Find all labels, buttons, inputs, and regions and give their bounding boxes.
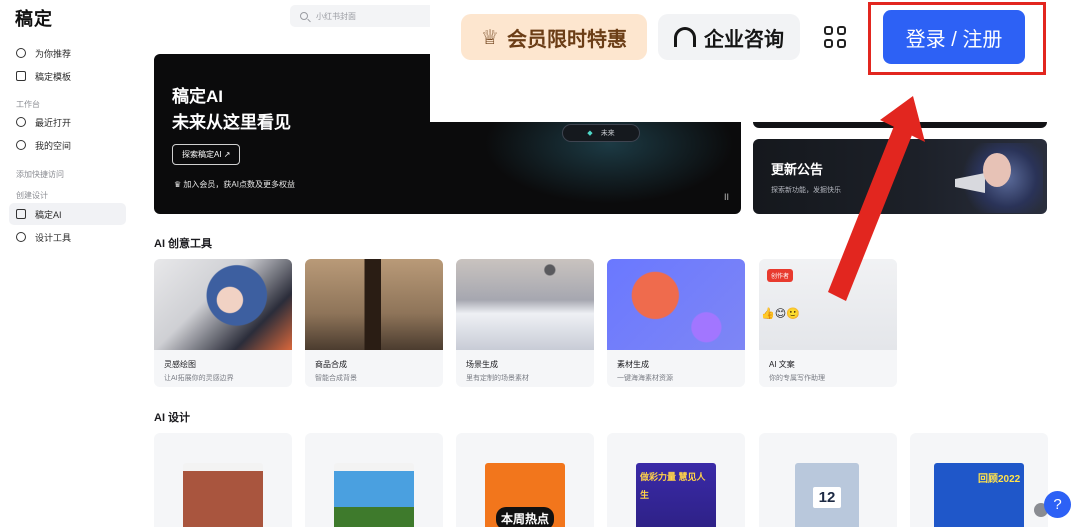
header-zoom-overlay: ♕ 会员限时特惠 企业咨询 登录 / 注册 [430, 0, 1080, 122]
sidebar-item-label: 设计工具 [35, 232, 72, 243]
design-poster [334, 463, 414, 527]
design-card[interactable]: 回顾2022 [910, 433, 1048, 527]
sidebar: 稿定 为你推荐 稿定模板 工作台 最近打开 我的空间 添加快捷访问 创建设计 稿… [0, 0, 138, 527]
design-card[interactable]: 做彩力量 慧见人生 [607, 433, 745, 527]
tool-image [456, 259, 594, 350]
headset-icon [674, 27, 696, 47]
design-card[interactable] [305, 433, 443, 527]
ai-design-title: AI 设计 [154, 412, 191, 424]
design-tool-icon [16, 232, 26, 242]
search-placeholder: 小红书封面 [316, 11, 356, 21]
sidebar-item-label: 最近打开 [35, 117, 72, 128]
sidebar-item-label: 稿定模板 [35, 71, 72, 82]
design-poster: 12 [795, 463, 859, 527]
tool-title: 场景生成 [466, 360, 498, 369]
ai-scan-icon [16, 209, 26, 219]
tool-card-inspiration[interactable]: 灵感绘图 让AI拓展你的灵感边界 [154, 259, 292, 387]
template-icon [16, 71, 26, 81]
tool-image: 创作者 👍😊🙂 [759, 259, 897, 350]
compass-icon [16, 48, 26, 58]
sidebar-item-label: 为你推荐 [35, 48, 72, 59]
crown-icon: ♛ [174, 180, 184, 189]
crown-icon: ♕ [481, 26, 499, 49]
vip-promo-text: 加入会员，获AI点数及更多权益 [183, 180, 295, 189]
emoji-icons: 👍😊🙂 [761, 308, 800, 320]
sidebar-item-design-tools[interactable]: 设计工具 [9, 226, 126, 248]
enterprise-consult-label: 企业咨询 [704, 28, 784, 51]
sidebar-item-label: 稿定AI [35, 209, 62, 220]
workspace-section-title: 工作台 [16, 100, 40, 109]
design-card[interactable]: 12 [759, 433, 897, 527]
sidebar-item-recommend[interactable]: 为你推荐 [9, 42, 126, 64]
avatar-illustration [983, 153, 1011, 187]
design-card[interactable] [154, 433, 292, 527]
news-card[interactable]: 更新公告 探索新功能，发掘快乐 [753, 139, 1047, 214]
help-button[interactable]: ? [1044, 491, 1071, 518]
tool-desc: 你的专属写作助理 [769, 375, 825, 382]
sidebar-item-templates[interactable]: 稿定模板 [9, 65, 126, 87]
design-poster: 本周热点 [485, 463, 565, 527]
tool-card-material[interactable]: 素材生成 一键海海素材资源 [607, 259, 745, 387]
create-section-title: 创建设计 [16, 191, 48, 200]
news-title: 更新公告 [771, 162, 824, 177]
future-pill: ◆ 未来 [562, 124, 640, 142]
apps-grid-icon[interactable] [824, 26, 846, 48]
poster-text: 12 [812, 487, 842, 508]
app-logo[interactable]: 稿定 [15, 5, 53, 31]
tool-title: 商品合成 [315, 360, 347, 369]
poster-text: 做彩力量 慧见人生 [640, 472, 706, 500]
tool-title: AI 文案 [769, 360, 795, 369]
news-illustration [953, 143, 1043, 213]
tool-desc: 一键海海素材资源 [617, 375, 673, 382]
search-icon [300, 12, 308, 20]
tool-card-scene[interactable]: 场景生成 里有定制的场景素材 [456, 259, 594, 387]
promo-card[interactable] [753, 122, 1047, 128]
design-card[interactable]: 本周热点 [456, 433, 594, 527]
banner-subtitle: 未来从这里看见 [172, 113, 291, 132]
vip-offer-label: 会员限时特惠 [506, 28, 627, 51]
quick-access-link[interactable]: 添加快捷访问 [16, 169, 64, 180]
tool-desc: 智能合成背景 [315, 375, 357, 382]
sidebar-item-my-space[interactable]: 我的空间 [9, 134, 126, 156]
future-pill-label: 未来 [600, 130, 615, 137]
vip-promo-line[interactable]: ♛ 加入会员，获AI点数及更多权益 [174, 179, 295, 190]
sidebar-item-gaoding-ai[interactable]: 稿定AI [9, 203, 126, 225]
tool-desc: 让AI拓展你的灵感边界 [164, 375, 234, 382]
design-poster [183, 463, 263, 527]
enterprise-consult-button[interactable]: 企业咨询 [658, 14, 800, 60]
tool-title: 素材生成 [617, 360, 649, 369]
highlight-box [868, 2, 1046, 75]
sidebar-item-recent[interactable]: 最近打开 [9, 111, 126, 133]
sidebar-item-label: 我的空间 [35, 140, 72, 151]
ai-tools-title: AI 创意工具 [154, 238, 213, 250]
sparkle-icon: ◆ [587, 130, 593, 137]
tool-card-product[interactable]: 商品合成 智能合成背景 [305, 259, 443, 387]
explore-ai-button[interactable]: 探索稿定AI ↗ [172, 144, 241, 165]
vip-offer-button[interactable]: ♕ 会员限时特惠 [461, 14, 647, 60]
search-input[interactable]: 小红书封面 [290, 5, 435, 27]
user-space-icon [16, 140, 26, 150]
design-poster: 回顾2022 [934, 463, 1024, 527]
poster-text: 回顾2022 [978, 474, 1021, 485]
tool-image [154, 259, 292, 350]
tool-title: 灵感绘图 [164, 360, 196, 369]
tool-desc: 里有定制的场景素材 [466, 375, 529, 382]
banner-title: 稿定AI [172, 87, 223, 106]
news-subtitle: 探索新功能，发掘快乐 [771, 187, 841, 194]
tool-image [305, 259, 443, 350]
clock-icon [16, 117, 26, 127]
tool-image [607, 259, 745, 350]
megaphone-icon [955, 173, 985, 193]
poster-text: 本周热点 [495, 506, 554, 527]
tool-card-copywriting[interactable]: 创作者 👍😊🙂 AI 文案 你的专属写作助理 [759, 259, 897, 387]
creator-badge: 创作者 [767, 269, 794, 282]
pause-icon[interactable]: II [724, 192, 729, 202]
design-poster: 做彩力量 慧见人生 [636, 463, 716, 527]
